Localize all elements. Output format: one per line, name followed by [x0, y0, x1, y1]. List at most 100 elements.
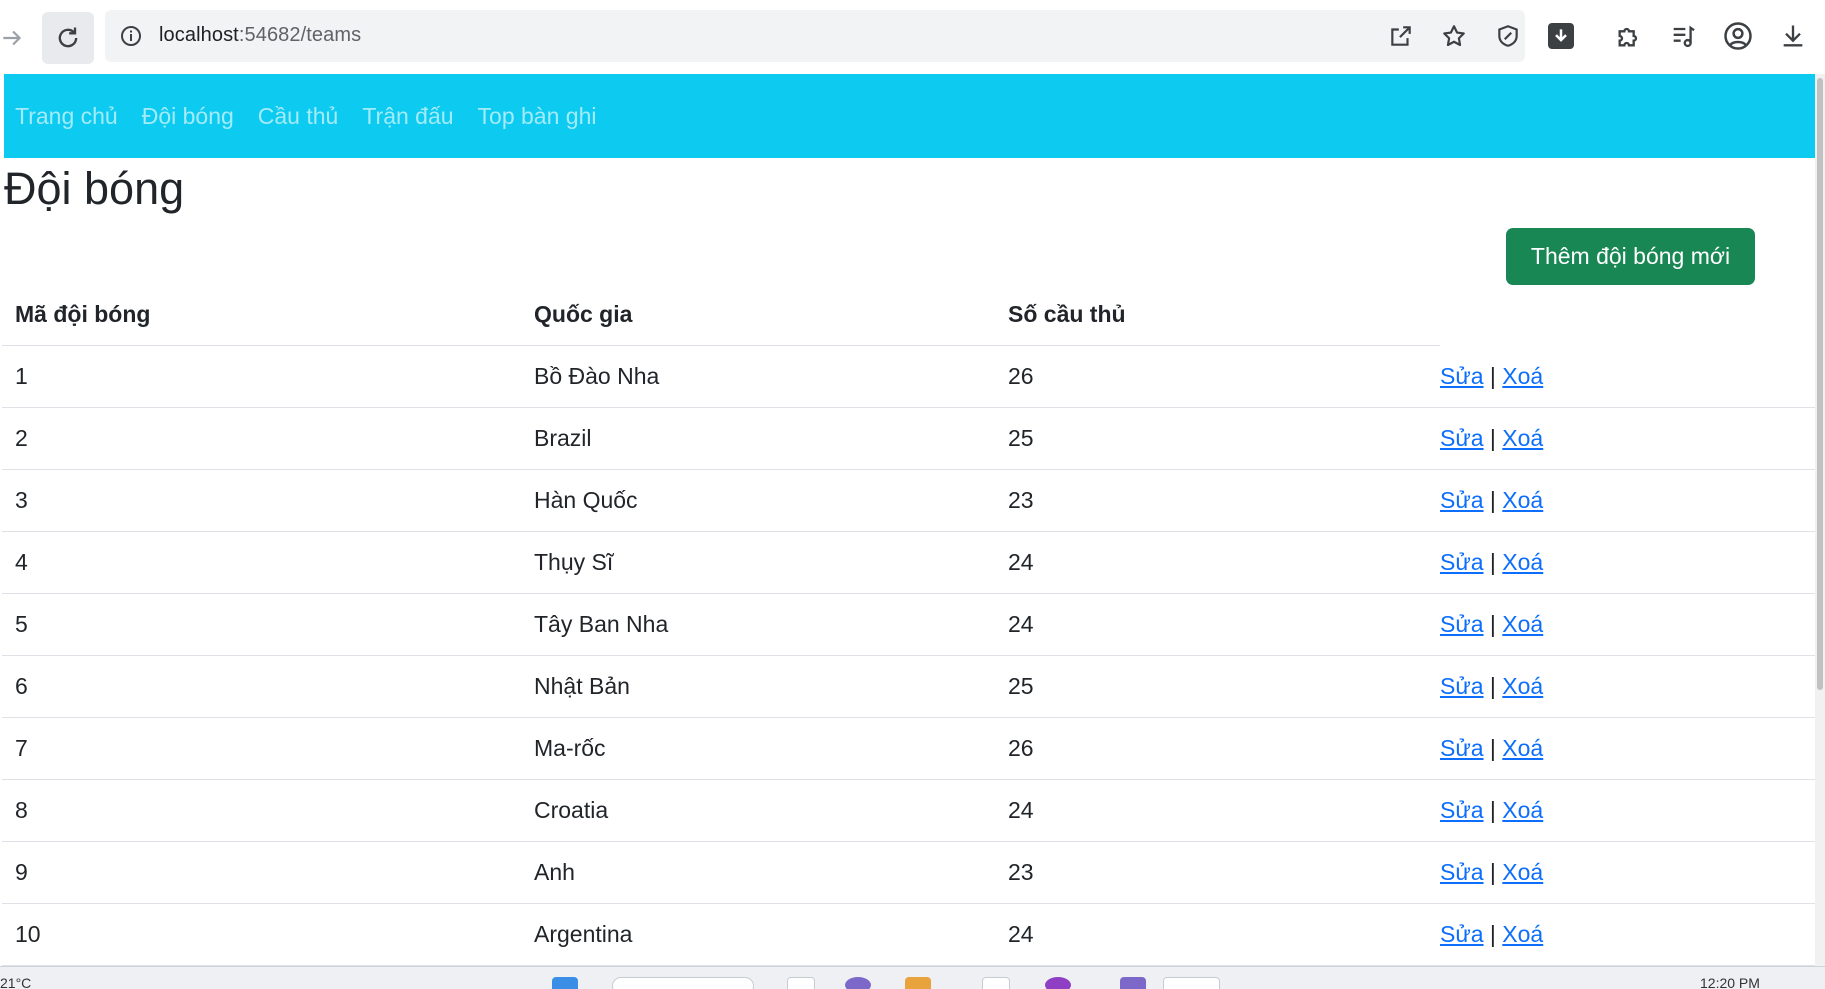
table-row: 9 Anh 23 Sửa | Xoá	[2, 841, 1815, 904]
cell-actions: Sửa | Xoá	[1440, 779, 1815, 842]
cell-country: Tây Ban Nha	[521, 593, 995, 656]
cell-player-count: 24	[995, 531, 1440, 594]
taskbar-search-icon[interactable]	[612, 977, 754, 989]
reload-icon[interactable]	[42, 12, 94, 64]
delete-link[interactable]: Xoá	[1502, 425, 1543, 451]
reading-list-icon[interactable]	[1668, 18, 1698, 54]
cell-player-count: 23	[995, 841, 1440, 904]
weather-temperature[interactable]: 21°C	[0, 975, 31, 989]
delete-link[interactable]: Xoá	[1502, 797, 1543, 823]
nav-home[interactable]: Trang chủ	[15, 103, 118, 130]
cell-country: Nhật Bản	[521, 655, 995, 718]
cell-player-count: 25	[995, 407, 1440, 470]
header-country: Quốc gia	[521, 284, 995, 346]
delete-link[interactable]: Xoá	[1502, 363, 1543, 389]
action-separator: |	[1489, 797, 1496, 823]
cell-actions: Sửa | Xoá	[1440, 345, 1815, 408]
cell-team-id: 5	[2, 593, 521, 656]
edit-link[interactable]: Sửa	[1440, 673, 1484, 699]
cell-actions: Sửa | Xoá	[1440, 407, 1815, 470]
table-row: 7 Ma-rốc 26 Sửa | Xoá	[2, 717, 1815, 780]
taskbar-app-icon[interactable]	[845, 977, 871, 989]
delete-link[interactable]: Xoá	[1502, 921, 1543, 947]
delete-link[interactable]: Xoá	[1502, 673, 1543, 699]
table-row: 5 Tây Ban Nha 24 Sửa | Xoá	[2, 593, 1815, 656]
site-info-icon[interactable]	[119, 24, 143, 53]
delete-link[interactable]: Xoá	[1502, 859, 1543, 885]
cell-player-count: 24	[995, 903, 1440, 966]
nav-top-scorers[interactable]: Top bàn ghi	[478, 103, 597, 130]
shield-icon[interactable]	[1495, 23, 1521, 49]
cell-player-count: 24	[995, 779, 1440, 842]
url-path: :54682/teams	[238, 24, 362, 46]
edit-link[interactable]: Sửa	[1440, 425, 1484, 451]
header-team-id: Mã đội bóng	[2, 284, 521, 346]
table-row: 10 Argentina 24 Sửa | Xoá	[2, 903, 1815, 966]
cell-actions: Sửa | Xoá	[1440, 655, 1815, 718]
delete-link[interactable]: Xoá	[1502, 487, 1543, 513]
table-header-row: Mã đội bóng Quốc gia Số cầu thủ	[2, 284, 1815, 346]
os-taskbar: 21°C 12:20 PM	[0, 966, 1825, 989]
cell-actions: Sửa | Xoá	[1440, 593, 1815, 656]
taskbar-app-icon[interactable]	[1163, 977, 1220, 989]
cell-country: Thụy Sĩ	[521, 531, 995, 594]
edit-link[interactable]: Sửa	[1440, 611, 1484, 637]
cell-team-id: 10	[2, 903, 521, 966]
teams-table: Mã đội bóng Quốc gia Số cầu thủ 1 Bồ Đào …	[2, 284, 1815, 966]
share-icon[interactable]	[1388, 23, 1414, 49]
action-separator: |	[1489, 549, 1496, 575]
download-icon[interactable]	[1778, 18, 1808, 54]
edit-link[interactable]: Sửa	[1440, 797, 1484, 823]
action-separator: |	[1489, 735, 1496, 761]
action-separator: |	[1489, 487, 1496, 513]
profile-icon[interactable]	[1723, 18, 1753, 54]
taskbar-app-icon[interactable]	[1045, 977, 1071, 989]
cell-team-id: 6	[2, 655, 521, 718]
cell-country: Bồ Đào Nha	[521, 345, 995, 408]
address-bar[interactable]: localhost:54682/teams	[105, 10, 1574, 62]
table-row: 4 Thụy Sĩ 24 Sửa | Xoá	[2, 531, 1815, 594]
header-player-count: Số cầu thủ	[995, 284, 1440, 346]
delete-link[interactable]: Xoá	[1502, 735, 1543, 761]
cell-team-id: 1	[2, 345, 521, 408]
edit-link[interactable]: Sửa	[1440, 549, 1484, 575]
cell-team-id: 3	[2, 469, 521, 532]
table-body: 1 Bồ Đào Nha 26 Sửa | Xoá 2 Brazil 25 Sửa | Xoá…	[2, 345, 1815, 966]
extensions-puzzle-icon[interactable]	[1614, 18, 1644, 54]
nav-players[interactable]: Cầu thủ	[258, 103, 339, 130]
cell-player-count: 24	[995, 593, 1440, 656]
cell-country: Hàn Quốc	[521, 469, 995, 532]
add-team-button[interactable]: Thêm đội bóng mới	[1506, 228, 1755, 285]
delete-link[interactable]: Xoá	[1502, 611, 1543, 637]
cell-team-id: 4	[2, 531, 521, 594]
cell-actions: Sửa | Xoá	[1440, 531, 1815, 594]
edit-link[interactable]: Sửa	[1440, 735, 1484, 761]
taskbar-app-icon[interactable]	[1120, 977, 1146, 989]
page-scrollbar[interactable]	[1815, 74, 1825, 966]
taskbar-app-icon[interactable]	[982, 977, 1010, 989]
edit-link[interactable]: Sửa	[1440, 921, 1484, 947]
edit-link[interactable]: Sửa	[1440, 487, 1484, 513]
cell-team-id: 2	[2, 407, 521, 470]
cell-country: Argentina	[521, 903, 995, 966]
action-separator: |	[1489, 859, 1496, 885]
cell-team-id: 8	[2, 779, 521, 842]
cell-country: Brazil	[521, 407, 995, 470]
edit-link[interactable]: Sửa	[1440, 859, 1484, 885]
delete-link[interactable]: Xoá	[1502, 549, 1543, 575]
windows-start-icon[interactable]	[552, 977, 578, 989]
bookmark-star-icon[interactable]	[1441, 23, 1467, 49]
back-arrow-icon[interactable]	[0, 18, 32, 58]
nav-teams[interactable]: Đội bóng	[142, 103, 234, 130]
cell-player-count: 26	[995, 717, 1440, 780]
table-row: 2 Brazil 25 Sửa | Xoá	[2, 407, 1815, 470]
download-badge-icon[interactable]	[1548, 23, 1574, 49]
taskbar-app-icon[interactable]	[905, 977, 931, 989]
nav-matches[interactable]: Trận đấu	[362, 103, 453, 130]
action-separator: |	[1489, 362, 1496, 389]
edit-link[interactable]: Sửa	[1440, 363, 1484, 389]
scrollbar-thumb[interactable]	[1817, 78, 1823, 690]
cell-country: Ma-rốc	[521, 717, 995, 780]
taskbar-app-icon[interactable]	[787, 977, 815, 989]
cell-team-id: 9	[2, 841, 521, 904]
